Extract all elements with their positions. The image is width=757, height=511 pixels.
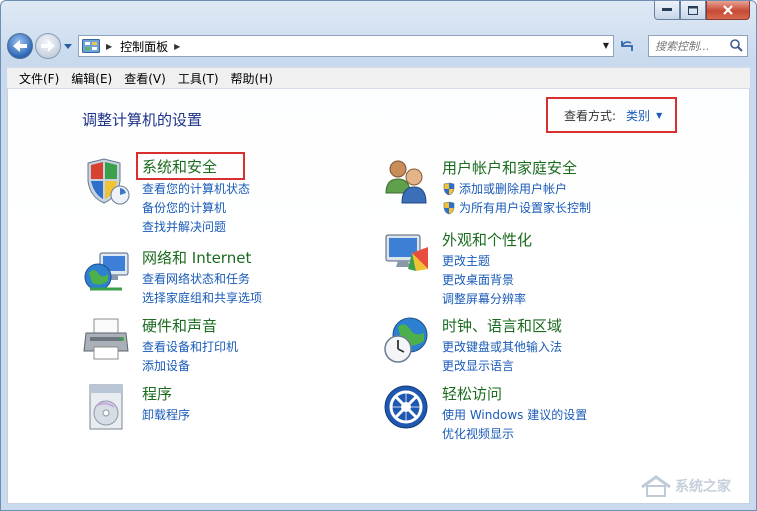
breadcrumb-separator-icon[interactable]: ▶ [174, 42, 180, 51]
ease-of-access-icon[interactable] [382, 383, 432, 433]
link-label[interactable]: 为所有用户设置家长控制 [459, 199, 591, 216]
menu-edit[interactable]: 编辑(E) [65, 70, 118, 87]
chevron-down-icon[interactable]: ▼ [656, 111, 662, 120]
category-links: 查看您的计算机状态 备份您的计算机 查找并解决问题 [142, 179, 250, 236]
refresh-icon [621, 41, 633, 51]
link-add-remove-accounts[interactable]: 添加或删除用户帐户 [442, 179, 591, 198]
link-homegroup-sharing[interactable]: 选择家庭组和共享选项 [142, 288, 262, 307]
link-view-computer-status[interactable]: 查看您的计算机状态 [142, 179, 250, 198]
menu-bar: 文件(F) 编辑(E) 查看(V) 工具(T) 帮助(H) [7, 67, 750, 89]
category-title-user-accounts[interactable]: 用户帐户和家庭安全 [442, 157, 577, 178]
category-links: 更改键盘或其他输入法 更改显示语言 [442, 337, 562, 375]
back-button[interactable] [7, 33, 33, 59]
maximize-button[interactable] [680, 1, 706, 20]
view-mode-selector[interactable]: 查看方式: 类别 ▼ [546, 97, 677, 133]
breadcrumb-control-panel[interactable]: 控制面板 [120, 38, 168, 55]
refresh-button[interactable] [616, 35, 638, 57]
network-globe-icon[interactable] [82, 247, 132, 297]
globe-clock-icon[interactable] [382, 315, 432, 365]
link-optimize-video-display[interactable]: 优化视频显示 [442, 424, 587, 443]
menu-tools[interactable]: 工具(T) [172, 70, 225, 87]
search-box[interactable] [648, 35, 748, 57]
recent-pages-dropdown[interactable] [62, 33, 74, 59]
watermark-text: 系统之家 [675, 479, 731, 495]
category-title-appearance[interactable]: 外观和个性化 [442, 229, 532, 250]
category-links: 使用 Windows 建议的设置 优化视频显示 [442, 405, 587, 443]
address-bar[interactable]: ▶ 控制面板 ▶ ▼ [78, 35, 614, 57]
close-button[interactable] [706, 1, 750, 20]
caption-buttons [654, 1, 750, 20]
control-panel-content: 调整计算机的设置 查看方式: 类别 ▼ 系统和安全 查看您的计算机状态 备份您的… [7, 89, 750, 504]
minimize-icon [662, 8, 672, 11]
category-links: 更改主题 更改桌面背景 调整屏幕分辨率 [442, 251, 526, 308]
search-button[interactable] [730, 39, 743, 55]
category-title-hardware-sound[interactable]: 硬件和声音 [142, 315, 217, 336]
link-change-display-language[interactable]: 更改显示语言 [442, 356, 562, 375]
category-links: 添加或删除用户帐户 为所有用户设置家长控制 [442, 179, 591, 217]
chevron-down-icon [64, 43, 72, 49]
minimize-button[interactable] [654, 1, 680, 20]
monitor-palette-icon[interactable] [382, 229, 432, 279]
menu-file[interactable]: 文件(F) [13, 70, 65, 87]
users-icon[interactable] [382, 157, 432, 207]
close-icon [723, 5, 733, 15]
menu-help[interactable]: 帮助(H) [225, 70, 279, 87]
address-dropdown-icon[interactable]: ▼ [603, 41, 609, 50]
link-find-fix-problems[interactable]: 查找并解决问题 [142, 217, 250, 236]
category-title-network-internet[interactable]: 网络和 Internet [142, 247, 251, 268]
search-input[interactable] [655, 39, 725, 53]
printer-icon[interactable] [82, 315, 132, 365]
category-title-programs[interactable]: 程序 [142, 383, 172, 404]
link-recommended-settings[interactable]: 使用 Windows 建议的设置 [442, 405, 587, 424]
link-change-theme[interactable]: 更改主题 [442, 251, 526, 270]
uac-shield-icon [443, 201, 455, 214]
control-panel-window: ▶ 控制面板 ▶ ▼ 文件(F) 编辑(E) 查看(V) 工具(T) 帮助(H)… [0, 0, 757, 511]
category-links: 卸载程序 [142, 405, 190, 424]
maximize-icon [688, 5, 698, 15]
navigation-bar: ▶ 控制面板 ▶ ▼ [7, 31, 750, 61]
house-logo-icon [641, 475, 671, 497]
forward-button[interactable] [35, 33, 61, 59]
menu-view[interactable]: 查看(V) [118, 70, 172, 87]
link-backup-computer[interactable]: 备份您的计算机 [142, 198, 250, 217]
link-view-network-status[interactable]: 查看网络状态和任务 [142, 269, 262, 288]
search-icon [730, 39, 743, 52]
view-mode-value[interactable]: 类别 [626, 107, 650, 124]
category-title-clock-language-region[interactable]: 时钟、语言和区域 [442, 315, 562, 336]
link-change-keyboard-input[interactable]: 更改键盘或其他输入法 [442, 337, 562, 356]
link-adjust-resolution[interactable]: 调整屏幕分辨率 [442, 289, 526, 308]
category-title-ease-of-access[interactable]: 轻松访问 [442, 383, 502, 404]
category-links: 查看设备和打印机 添加设备 [142, 337, 238, 375]
uac-shield-icon [443, 182, 455, 195]
programs-disc-icon[interactable] [82, 383, 132, 433]
link-change-desktop-background[interactable]: 更改桌面背景 [442, 270, 526, 289]
control-panel-icon [82, 39, 100, 53]
category-title-system-security[interactable]: 系统和安全 [142, 156, 217, 177]
link-devices-printers[interactable]: 查看设备和打印机 [142, 337, 238, 356]
shield-computer-icon[interactable] [82, 157, 132, 207]
link-parental-controls[interactable]: 为所有用户设置家长控制 [442, 198, 591, 217]
link-add-device[interactable]: 添加设备 [142, 356, 238, 375]
page-title: 调整计算机的设置 [82, 111, 203, 129]
watermark: 系统之家 [639, 475, 731, 497]
breadcrumb-separator-icon[interactable]: ▶ [106, 42, 112, 51]
view-mode-label: 查看方式: [564, 108, 617, 123]
arrow-left-icon [13, 40, 27, 52]
arrow-right-icon [41, 40, 55, 52]
link-uninstall-program[interactable]: 卸载程序 [142, 405, 190, 424]
category-links: 查看网络状态和任务 选择家庭组和共享选项 [142, 269, 262, 307]
link-label[interactable]: 添加或删除用户帐户 [459, 180, 567, 197]
